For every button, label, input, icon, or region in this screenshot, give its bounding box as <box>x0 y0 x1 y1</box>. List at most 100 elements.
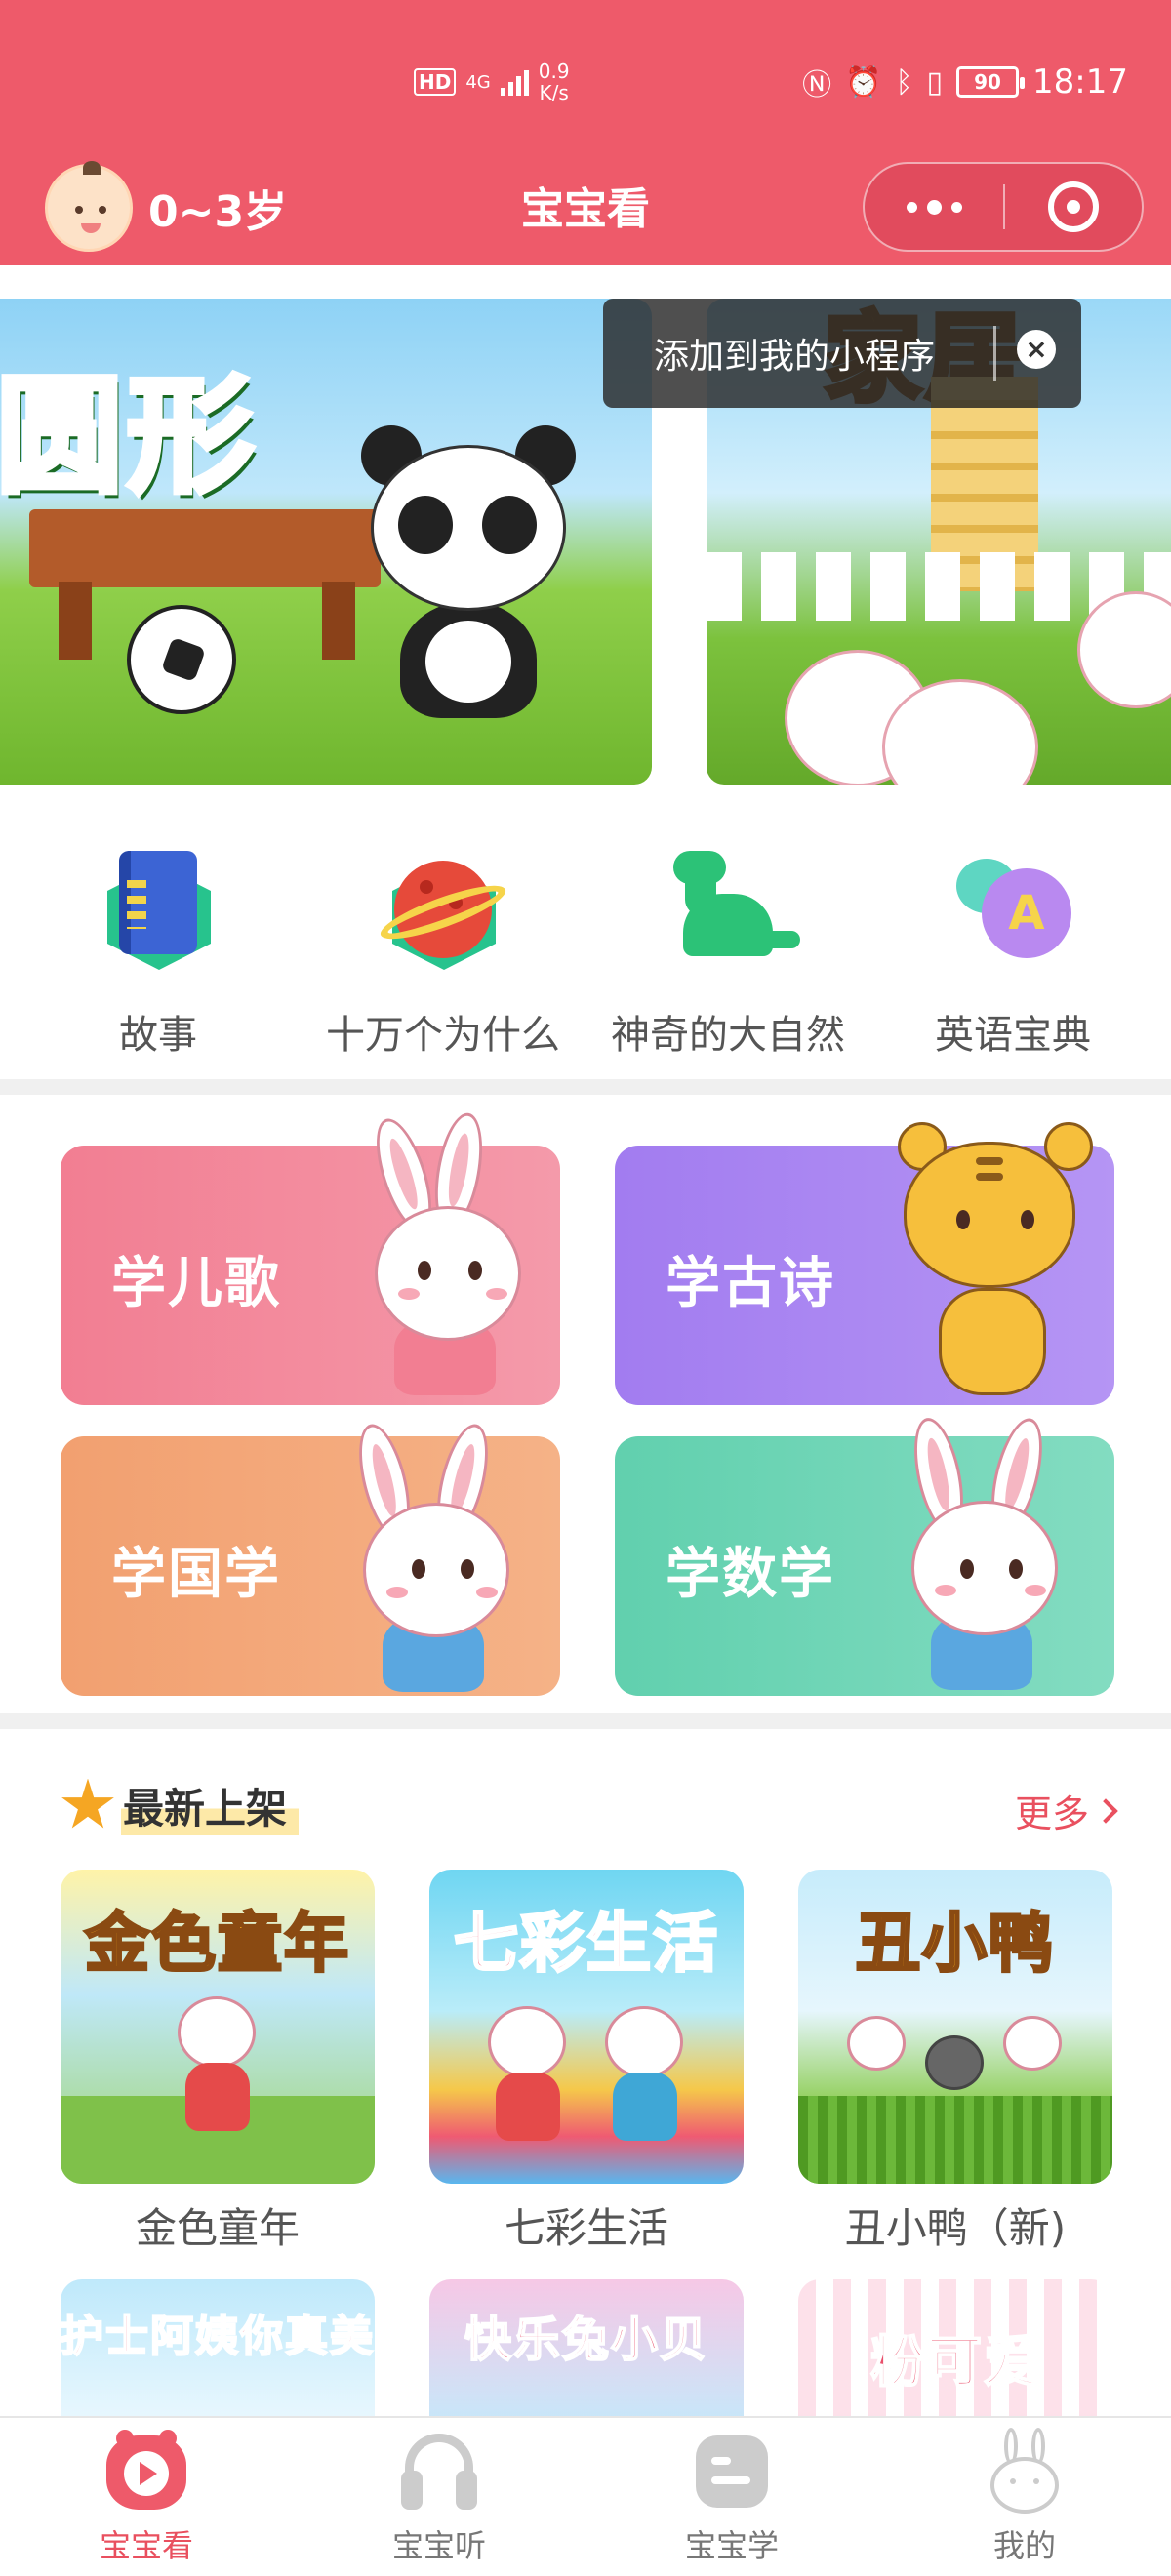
status-left: HD 4G 0.9 K/s <box>414 60 570 103</box>
album-name: 七彩生活 <box>504 2204 668 2252</box>
network-gen: 4G <box>465 71 491 93</box>
tiger-illustration <box>878 1112 1112 1405</box>
banner-slide-title: 圆形 <box>0 359 259 513</box>
rabbit-illustration <box>847 2016 906 2071</box>
status-bar: HD 4G 0.9 K/s Ⓝ ⏰ ᛒ ▯ 90 18:17 <box>0 0 1171 156</box>
speed-value: 0.9 <box>538 60 570 83</box>
album-cover: 七彩生活 <box>429 1870 744 2184</box>
category-english[interactable]: A 英语宝典 <box>870 851 1155 1060</box>
learn-icon <box>688 2428 776 2516</box>
clock: 18:17 <box>1032 62 1128 101</box>
category-why[interactable]: 十万个为什么 <box>301 851 586 1060</box>
album-card[interactable]: 金色童年 金色童年 <box>61 1870 375 2255</box>
add-to-my-miniprogram-tooltip[interactable]: 添加到我的小程序 × <box>603 299 1081 408</box>
learn-classics-card[interactable]: 学国学 <box>61 1419 560 1696</box>
album-cover: 护士阿姨你真美 <box>61 2279 375 2426</box>
section-divider <box>0 1713 1171 1729</box>
newest-title: 最新上架 <box>61 1776 300 1835</box>
english-bubble-icon: A <box>950 851 1075 976</box>
rabbit-illustration <box>1003 2016 1062 2071</box>
bottom-tab-bar: 宝宝看 宝宝听 宝宝学 我的 <box>0 2416 1171 2576</box>
rabbit-headphones-illustration <box>878 1413 1103 1696</box>
category-label: 故事 <box>119 1013 197 1058</box>
rabbit-illustration <box>488 2006 566 2078</box>
card-label: 学儿歌 <box>111 1252 281 1315</box>
tab-label: 宝宝看 <box>99 2527 193 2564</box>
close-icon[interactable]: × <box>1017 330 1056 369</box>
category-nature[interactable]: 神奇的大自然 <box>586 851 870 1060</box>
learn-math-card[interactable]: 学数学 <box>615 1413 1114 1696</box>
album-card[interactable]: 快乐兔小贝 <box>429 2279 744 2426</box>
card-label: 学国学 <box>111 1543 281 1606</box>
tab-mine[interactable]: 我的 <box>878 2428 1171 2566</box>
album-card[interactable]: 粉可爱 <box>798 2279 1112 2426</box>
cover-title: 快乐兔小贝 <box>464 2312 708 2368</box>
tab-baobao-watch[interactable]: 宝宝看 <box>0 2428 293 2566</box>
category-label: 十万个为什么 <box>326 1013 560 1058</box>
rabbit-illustration <box>605 2006 683 2078</box>
headphones-icon <box>395 2428 483 2516</box>
rabbit-boy-illustration <box>334 1419 548 1696</box>
chevron-right-icon <box>1093 1797 1118 1824</box>
more-link[interactable]: 更多 <box>1014 1784 1118 1837</box>
album-cover: 快乐兔小贝 <box>429 2279 744 2426</box>
rabbit-body <box>496 2073 560 2141</box>
planet-icon <box>375 851 511 976</box>
close-miniprogram-button[interactable] <box>1005 164 1142 250</box>
album-card[interactable]: 七彩生活 七彩生活 <box>429 1870 744 2255</box>
alarm-icon: ⏰ <box>845 64 882 100</box>
english-glyph: A <box>982 868 1071 958</box>
cover-title: 护士阿姨你真美 <box>61 2311 375 2362</box>
nfc-icon: Ⓝ <box>802 68 832 102</box>
quick-categories: 故事 十万个为什么 神奇的大自然 A 英语宝典 <box>0 851 1171 1075</box>
tab-label: 宝宝学 <box>684 2527 779 2564</box>
banner-slide[interactable]: 圆形 <box>0 299 652 785</box>
album-cover: 金色童年 <box>61 1870 375 2184</box>
hd-badge: HD <box>414 68 457 96</box>
rabbit-girl-illustration <box>343 1109 558 1405</box>
speed-unit: K/s <box>539 81 569 104</box>
album-cover: 丑小鸭 <box>798 1870 1112 2184</box>
section-divider <box>0 1079 1171 1095</box>
category-label: 神奇的大自然 <box>611 1013 845 1058</box>
card-label: 学数学 <box>666 1543 835 1606</box>
rabbit-body <box>613 2073 677 2141</box>
more-label: 更多 <box>1014 1792 1089 1835</box>
album-card[interactable]: 丑小鸭 丑小鸭（新) <box>798 1870 1112 2255</box>
nav-bar: 0~3岁 宝宝看 <box>0 156 1171 265</box>
tooltip-text: 添加到我的小程序 <box>654 337 936 377</box>
tooltip-divider <box>993 326 996 381</box>
dinosaur-icon <box>666 851 800 976</box>
newest-label: 最新上架 <box>121 1776 300 1835</box>
network-speed: 0.9 K/s <box>539 60 570 103</box>
rabbit-illustration <box>178 1996 256 2069</box>
album-card[interactable]: 护士阿姨你真美 <box>61 2279 375 2426</box>
album-grid: 金色童年 金色童年 七彩生活 七彩生活 丑小鸭 丑小鸭（新) 护士阿姨你真美 快… <box>0 1870 1171 2426</box>
bench-leg <box>59 582 92 660</box>
grass <box>798 2096 1112 2184</box>
duckling-illustration <box>925 2035 984 2090</box>
battery-icon: 90 <box>956 66 1026 98</box>
bench-leg <box>322 582 355 660</box>
tab-label: 我的 <box>992 2527 1056 2564</box>
card-label: 学古诗 <box>666 1252 835 1315</box>
cover-title: 粉可爱 <box>869 2330 1040 2395</box>
category-story[interactable]: 故事 <box>16 851 301 1060</box>
header: HD 4G 0.9 K/s Ⓝ ⏰ ᛒ ▯ 90 18:17 0~3岁 宝宝看 <box>0 0 1171 265</box>
cover-title: 金色童年 <box>84 1905 350 1983</box>
tab-baobao-learn[interactable]: 宝宝学 <box>586 2428 878 2566</box>
book-icon <box>96 851 221 976</box>
tab-baobao-listen[interactable]: 宝宝听 <box>293 2428 586 2566</box>
album-name: 丑小鸭（新) <box>844 2204 1067 2252</box>
cover-title: 丑小鸭 <box>855 1905 1055 1983</box>
learn-poems-card[interactable]: 学古诗 <box>615 1122 1114 1405</box>
category-label: 英语宝典 <box>935 1013 1091 1058</box>
target-icon <box>1047 181 1099 232</box>
signal-icon <box>500 68 529 96</box>
vibrate-icon: ▯ <box>926 64 944 100</box>
status-right: Ⓝ ⏰ ᛒ ▯ 90 18:17 <box>802 60 1128 103</box>
learn-songs-card[interactable]: 学儿歌 <box>61 1109 560 1405</box>
newest-section-header: 最新上架 更多 <box>61 1772 1118 1840</box>
more-options-button[interactable] <box>865 164 1003 250</box>
miniprogram-capsule <box>863 162 1144 252</box>
